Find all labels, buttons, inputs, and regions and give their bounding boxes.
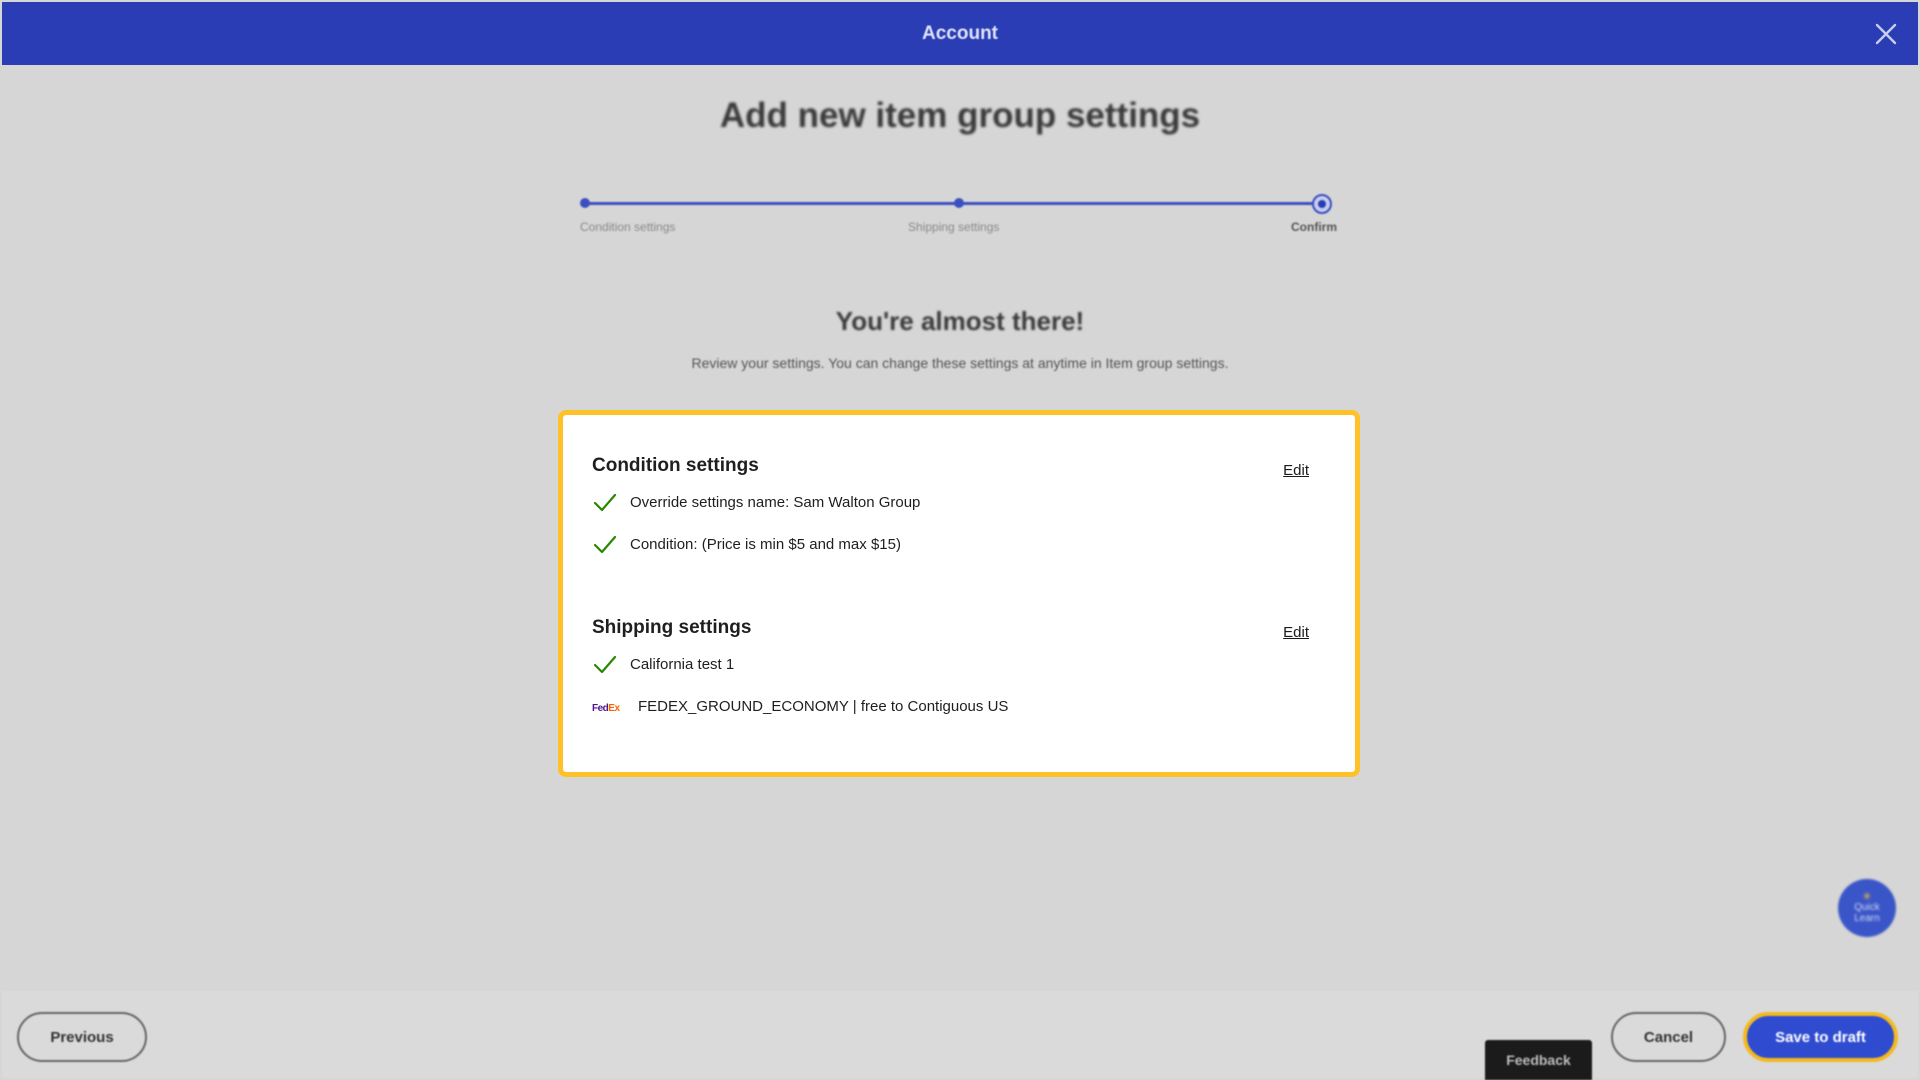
close-button[interactable] xyxy=(1872,20,1900,48)
step-dot-confirm xyxy=(1312,194,1332,214)
spark-icon: ✳ xyxy=(1862,890,1872,903)
save-to-draft-button[interactable]: Save to draft xyxy=(1743,1012,1898,1062)
previous-button[interactable]: Previous xyxy=(17,1012,147,1062)
shipping-section: Shipping settings Edit California test 1… xyxy=(592,613,1309,727)
edit-condition-link[interactable]: Edit xyxy=(1283,462,1309,479)
shipping-item-method: FEDEX_GROUND_ECONOMY | free to Contiguou… xyxy=(638,697,1009,715)
list-item: California test 1 xyxy=(592,643,1309,685)
check-icon xyxy=(593,535,617,554)
review-heading: You're almost there! xyxy=(835,306,1085,336)
list-item: Condition: (Price is min $5 and max $15) xyxy=(592,523,1309,565)
progress-stepper: Condition settings Shipping settings Con… xyxy=(580,194,1337,242)
modal-header: Account xyxy=(2,2,1918,65)
edit-shipping-link[interactable]: Edit xyxy=(1283,624,1309,641)
summary-card: Condition settings Edit Override setting… xyxy=(558,410,1360,777)
quick-learn-label-2: Learn xyxy=(1854,912,1880,924)
header-title: Account xyxy=(922,22,998,44)
condition-section-title: Condition settings xyxy=(592,455,759,476)
step-label-confirm: Confirm xyxy=(1291,220,1337,234)
cancel-button[interactable]: Cancel xyxy=(1611,1012,1726,1062)
quick-learn-label-1: Quick xyxy=(1854,901,1880,913)
check-icon xyxy=(593,493,617,512)
condition-item-name: Override settings name: Sam Walton Group xyxy=(630,493,921,511)
feedback-button[interactable]: Feedback xyxy=(1485,1040,1592,1080)
step-dot-shipping xyxy=(954,198,964,208)
list-item: Override settings name: Sam Walton Group xyxy=(592,481,1309,523)
review-subtitle: Review your settings. You can change the… xyxy=(691,355,1229,371)
step-label-shipping: Shipping settings xyxy=(908,220,1000,234)
shipping-item-region: California test 1 xyxy=(630,655,735,673)
step-dot-condition xyxy=(580,198,590,208)
check-icon xyxy=(593,655,617,674)
condition-item-rule: Condition: (Price is min $5 and max $15) xyxy=(630,535,901,553)
shipping-section-title: Shipping settings xyxy=(592,617,752,638)
fedex-logo-icon: FedEx xyxy=(592,702,620,714)
step-label-condition: Condition settings xyxy=(580,220,676,234)
page-title: Add new item group settings xyxy=(719,96,1201,135)
quick-learn-button[interactable]: ✳ Quick Learn xyxy=(1838,879,1896,937)
close-icon xyxy=(1875,23,1897,45)
list-item: FedEx FEDEX_GROUND_ECONOMY | free to Con… xyxy=(592,685,1309,727)
condition-section: Condition settings Edit Override setting… xyxy=(592,451,1309,565)
